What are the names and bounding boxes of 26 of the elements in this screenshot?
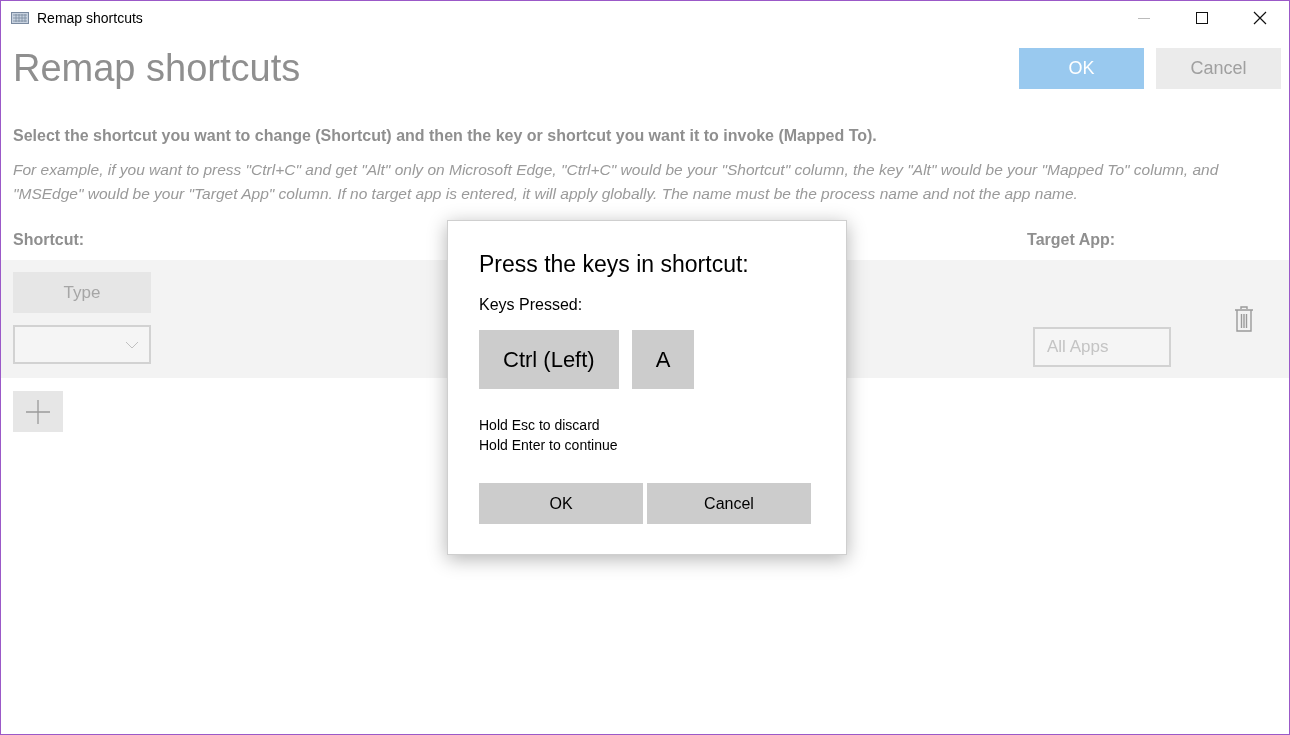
type-button[interactable]: Type bbox=[13, 272, 151, 313]
instruction-text: Select the shortcut you want to change (Shortcut) and then the key or shortcut you want it to invoke (Mapped To). bbox=[12, 126, 878, 146]
hint-text: Hold Enter to continue bbox=[479, 436, 619, 455]
dialog-ok-button[interactable]: OK bbox=[479, 483, 643, 524]
column-header: Target App: bbox=[1027, 230, 1116, 250]
key-chip: Ctrl (Left) bbox=[479, 330, 619, 389]
maximize-icon[interactable] bbox=[1196, 12, 1208, 24]
plus-icon bbox=[26, 399, 50, 424]
trash-icon[interactable] bbox=[1234, 306, 1254, 332]
keys-label: Keys Pressed: bbox=[479, 295, 584, 315]
cancel-button[interactable]: Cancel bbox=[1156, 48, 1281, 89]
example-text: For example, if you want to press "Ctrl+C" and get "Alt" only on Microsoft Edge, "Ctrl+C" would be your "Shortcut" column, the key "Alt" would be your "Mapped To" column, and "MSEdge" would be your "Target App" column. If no target app is entered, it will apply globally. The name must be the process name and not the app name. bbox=[12, 160, 1220, 204]
keyboard-icon bbox=[11, 12, 29, 24]
minimize-icon[interactable] bbox=[1138, 17, 1150, 19]
close-icon[interactable] bbox=[1253, 11, 1267, 25]
add-button[interactable] bbox=[13, 391, 63, 432]
ok-button[interactable]: OK bbox=[1019, 48, 1144, 89]
chevron-down-icon bbox=[125, 340, 139, 349]
key-dropdown[interactable] bbox=[13, 325, 151, 364]
hint-text: Hold Esc to discard bbox=[479, 416, 601, 435]
dialog-cancel-button[interactable]: Cancel bbox=[647, 483, 811, 524]
column-header: Shortcut: bbox=[13, 230, 85, 250]
window-title: Remap shortcuts bbox=[37, 8, 143, 28]
key-chip: A bbox=[631, 330, 695, 389]
dialog-title: Press the keys in shortcut: bbox=[479, 250, 750, 279]
page-heading: Remap shortcuts bbox=[13, 49, 301, 87]
